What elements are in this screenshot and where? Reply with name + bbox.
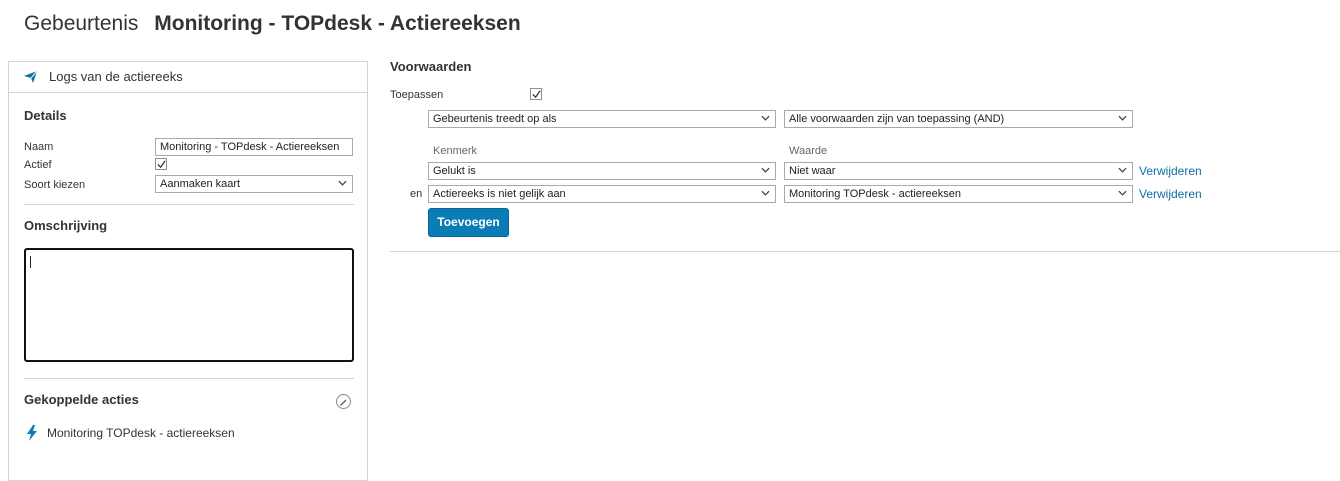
toepassen-checkbox[interactable] <box>530 88 542 100</box>
arrow-icon <box>23 70 39 84</box>
trigger-select-value: Gebeurtenis treedt op als <box>433 113 557 125</box>
gekoppelde-title: Gekoppelde acties <box>24 392 139 407</box>
trigger-select[interactable]: Gebeurtenis treedt op als <box>428 110 776 128</box>
divider <box>390 251 1340 252</box>
logs-link[interactable]: Logs van de actiereeks <box>9 62 367 93</box>
page-title-name: Monitoring - TOPdesk - Actiereeksen <box>154 12 521 35</box>
kenmerk-select-value: Gelukt is <box>433 165 476 177</box>
pencil-icon <box>340 399 347 406</box>
condition-prefix-en: en <box>410 188 423 200</box>
text-caret <box>30 256 31 268</box>
details-panel: Logs van de actiereeks Details Naam Moni… <box>8 61 368 481</box>
details-title: Details <box>24 108 67 123</box>
waarde-select[interactable]: Niet waar <box>784 162 1133 180</box>
column-header-kenmerk: Kenmerk <box>433 145 478 157</box>
kenmerk-select[interactable]: Actiereeks is niet gelijk aan <box>428 185 776 203</box>
divider <box>24 204 354 205</box>
actief-checkbox[interactable] <box>155 158 167 170</box>
conditions-title: Voorwaarden <box>390 59 472 74</box>
check-icon <box>532 90 541 99</box>
chevron-down-icon <box>761 167 770 173</box>
naam-input[interactable]: Monitoring - TOPdesk - Actiereeksen <box>155 138 353 156</box>
kenmerk-select[interactable]: Gelukt is <box>428 162 776 180</box>
omschrijving-textarea[interactable] <box>24 248 354 362</box>
waarde-select[interactable]: Monitoring TOPdesk - actiereeksen <box>784 185 1133 203</box>
toepassen-label: Toepassen <box>390 89 444 101</box>
soort-label: Soort kiezen <box>24 179 86 191</box>
soort-select-value: Aanmaken kaart <box>160 178 241 190</box>
check-icon <box>157 160 166 169</box>
chevron-down-icon <box>1118 190 1127 196</box>
lightning-icon <box>26 425 40 441</box>
logic-select-value: Alle voorwaarden zijn van toepassing (AN… <box>789 113 1005 125</box>
divider <box>24 378 354 379</box>
page-title: Gebeurtenis Monitoring - TOPdesk - Actie… <box>24 10 521 38</box>
logs-link-label: Logs van de actiereeks <box>49 69 183 84</box>
actief-label: Actief <box>24 159 52 171</box>
chevron-down-icon <box>1118 167 1127 173</box>
edit-linked-actions-button[interactable] <box>336 394 351 409</box>
chevron-down-icon <box>1118 115 1127 121</box>
waarde-select-value: Monitoring TOPdesk - actiereeksen <box>789 188 962 200</box>
logic-select[interactable]: Alle voorwaarden zijn van toepassing (AN… <box>784 110 1133 128</box>
naam-label: Naam <box>24 141 54 153</box>
remove-condition-link[interactable]: Verwijderen <box>1139 164 1202 178</box>
add-condition-button[interactable]: Toevoegen <box>428 208 509 237</box>
chevron-down-icon <box>338 180 347 186</box>
remove-condition-link[interactable]: Verwijderen <box>1139 187 1202 201</box>
kenmerk-select-value: Actiereeks is niet gelijk aan <box>433 188 566 200</box>
waarde-select-value: Niet waar <box>789 165 836 177</box>
omschrijving-title: Omschrijving <box>24 218 108 233</box>
column-header-waarde: Waarde <box>789 145 828 157</box>
chevron-down-icon <box>761 115 770 121</box>
chevron-down-icon <box>761 190 770 196</box>
linked-action-item[interactable]: Monitoring TOPdesk - actiereeksen <box>47 426 235 440</box>
soort-select[interactable]: Aanmaken kaart <box>155 175 353 193</box>
page-title-prefix: Gebeurtenis <box>24 12 139 35</box>
